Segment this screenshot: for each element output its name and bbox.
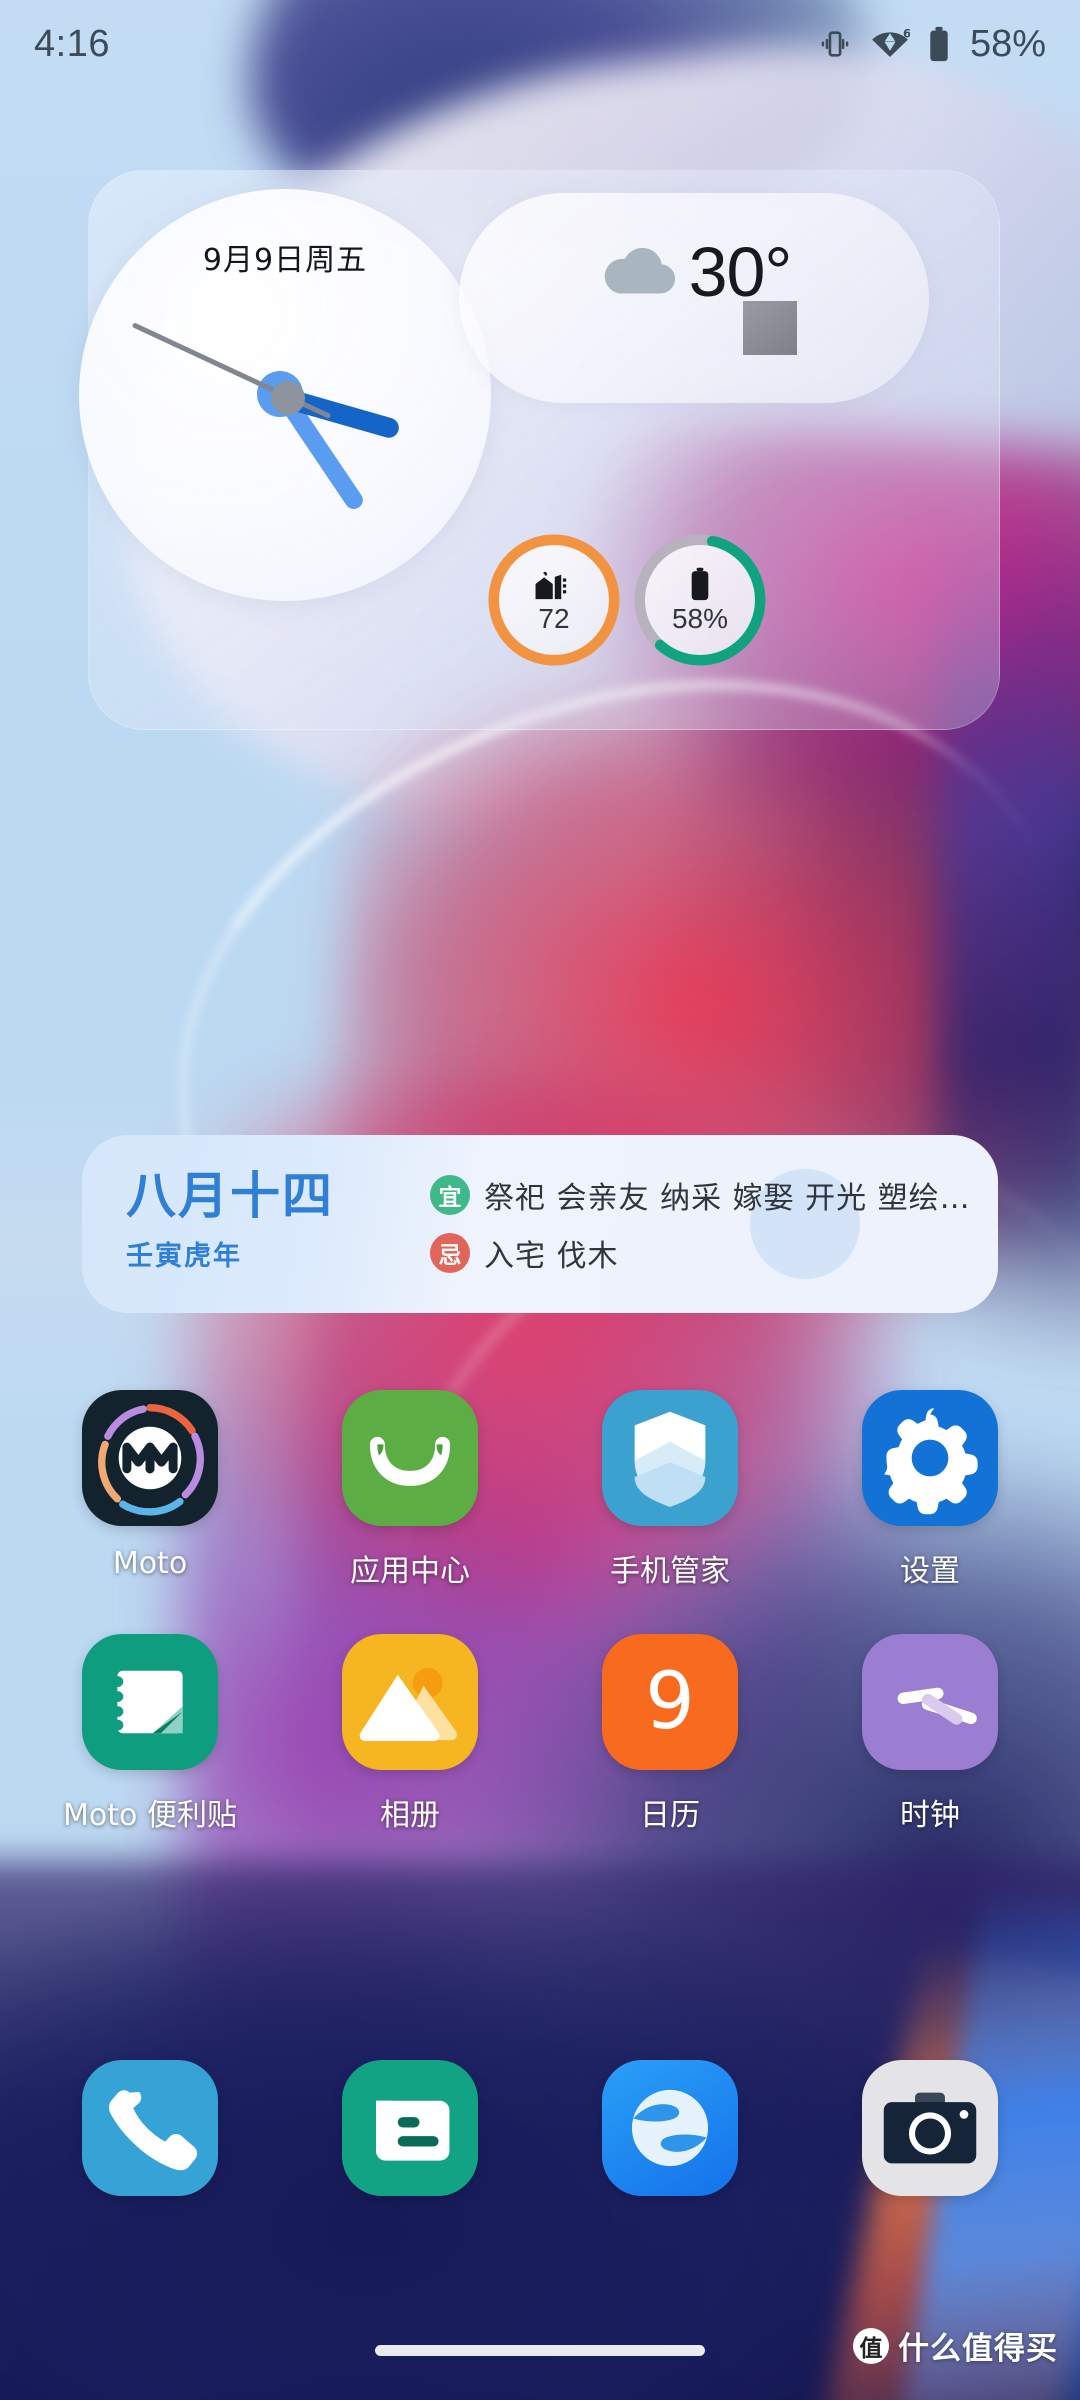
calendar-lunar-year: 壬寅虎年 [126,1241,242,1272]
calendar-auspicious-row: 宜 祭祀 会亲友 纳采 嫁娶 开光 塑绘… [430,1173,971,1217]
air-quality-gauge[interactable]: 72 [485,531,623,669]
app-label: 相册 [380,1798,440,1833]
clock-hands-icon[interactable] [862,1634,998,1770]
shield-icon[interactable] [602,1390,738,1526]
app-gallery[interactable]: 相册 [320,1634,500,1834]
gallery-mountain-icon[interactable] [342,1634,478,1770]
vibrate-icon [818,27,852,61]
watermark: 值 什么值得买 [853,2323,1058,2368]
gear-icon[interactable] [862,1390,998,1526]
battery-icon [928,26,950,62]
app-moto-notes[interactable]: Moto 便利贴 [60,1634,240,1834]
app-center-smile-icon[interactable] [342,1390,478,1526]
watermark-text: 什么值得买 [898,2331,1058,2367]
phone-icon[interactable] [82,2060,218,2196]
auspicious-badge: 宜 [430,1175,470,1215]
watermark-logo: 值 [853,2327,889,2364]
dock-item-browser[interactable] [580,2060,760,2196]
factory-icon [534,567,574,601]
widget-stack-panel[interactable]: 9月9日周五 30° 72 58% [79,170,1000,730]
weather-location-placeholder [743,301,797,355]
app-label: 应用中心 [350,1554,470,1589]
app-label: 手机管家 [610,1554,730,1589]
app-clock[interactable]: 时钟 [840,1634,1020,1834]
auspicious-text: 祭祀 会亲友 纳采 嫁娶 开光 塑绘… [484,1181,971,1216]
lunar-calendar-widget[interactable]: 八月十四 壬寅虎年 宜 祭祀 会亲友 纳采 嫁娶 开光 塑绘… 忌 入宅 伐木 [82,1135,998,1313]
app-label: 时钟 [900,1798,960,1833]
app-settings[interactable]: 设置 [840,1390,1020,1590]
dock-item-phone[interactable] [60,2060,240,2196]
app-label: Moto 便利贴 [63,1798,237,1833]
battery-icon [690,567,710,601]
app-row-1: Moto 应用中心 手机管家 设置 [0,1390,1080,1590]
dock-item-camera[interactable] [840,2060,1020,2196]
weather-widget[interactable]: 30° [459,193,929,403]
calendar-inauspicious-row: 忌 入宅 伐木 [430,1231,968,1275]
notepad-icon[interactable] [82,1634,218,1770]
status-bar-icons: 6 58% [818,23,1046,66]
app-moto[interactable]: Moto [60,1390,240,1590]
air-quality-gauge-inner: 72 [499,545,609,655]
status-bar[interactable]: 4:16 6 58% [0,0,1080,88]
clock-date-label: 9月9日周五 [202,243,368,278]
calendar-almanac-block: 宜 祭祀 会亲友 纳采 嫁娶 开光 塑绘… 忌 入宅 伐木 [430,1173,971,1289]
weather-row: 30° [459,237,929,307]
weather-temperature: 30° [688,233,793,311]
message-bubble-icon[interactable] [342,2060,478,2196]
analog-clock-widget[interactable]: 9月9日周五 [79,189,491,601]
status-bar-battery-percent: 58% [969,22,1046,65]
status-bar-clock: 4:16 [34,22,110,65]
battery-gauge-inner: 58% [645,545,755,655]
browser-globe-icon[interactable] [602,2060,738,2196]
cloud-icon [597,238,683,307]
app-label: 设置 [900,1554,960,1589]
app-row-2: Moto 便利贴 相册 9 日历 时钟 [0,1634,1080,1834]
inauspicious-badge: 忌 [430,1233,470,1273]
calendar-day-icon[interactable]: 9 [602,1634,738,1770]
battery-gauge-value: 58% [671,603,729,634]
inauspicious-text: 入宅 伐木 [484,1239,619,1274]
dock [0,2060,1080,2196]
calendar-lunar-date: 八月十四 [126,1167,334,1225]
app-label: 日历 [640,1798,700,1833]
app-grid: Moto 应用中心 手机管家 设置 Moto 便利贴 相册 9 日历 时钟 [0,1390,1080,1878]
clock-center-hub [271,381,305,415]
moto-icon[interactable] [82,1390,218,1526]
app-calendar[interactable]: 9 日历 [580,1634,760,1834]
wifi-6-icon: 6 [870,27,910,61]
calendar-lunar-block: 八月十四 壬寅虎年 [126,1169,386,1273]
app-phone-manager[interactable]: 手机管家 [580,1390,760,1590]
dock-item-messages[interactable] [320,2060,500,2196]
calendar-day-number: 9 [645,1657,695,1747]
home-gesture-pill[interactable] [375,2345,705,2356]
app-app-center[interactable]: 应用中心 [320,1390,500,1590]
svg-text:6: 6 [903,27,910,40]
camera-icon[interactable] [862,2060,998,2196]
app-label: Moto [112,1546,188,1581]
battery-gauge[interactable]: 58% [631,531,769,669]
air-quality-value: 72 [538,603,570,634]
